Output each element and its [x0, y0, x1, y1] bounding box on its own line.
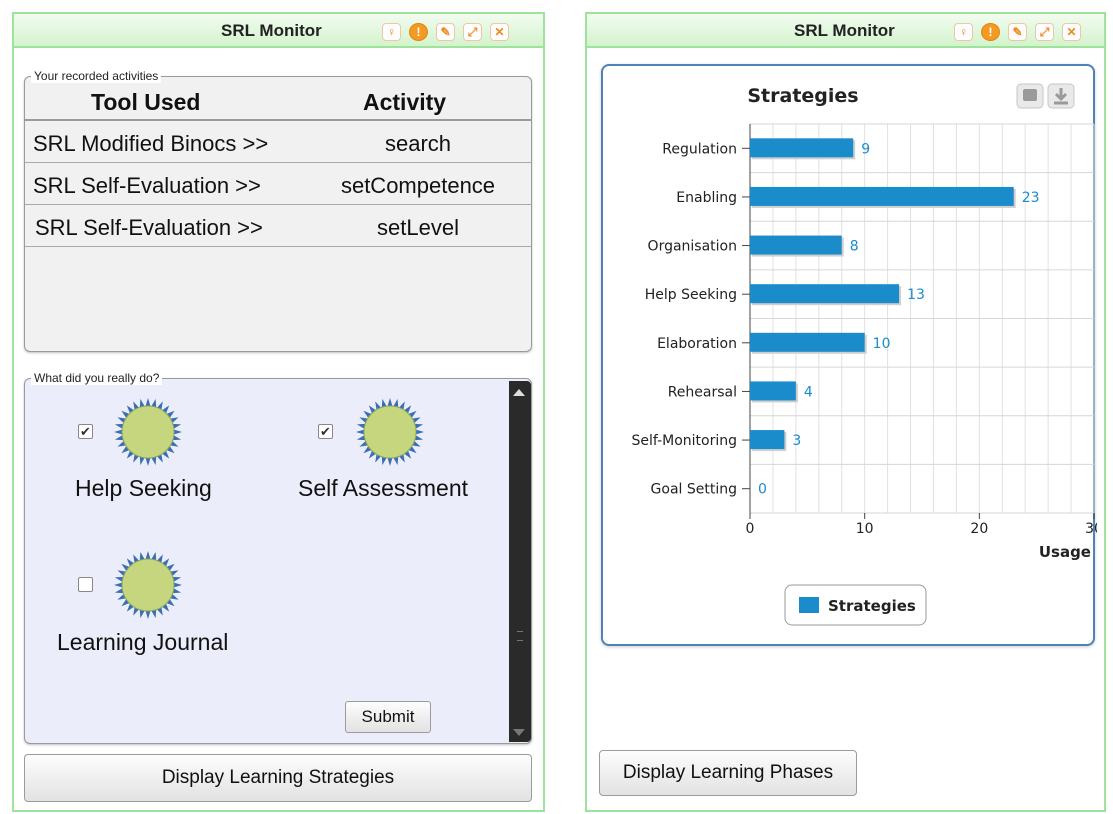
scroll-grip-icon[interactable]	[517, 631, 523, 641]
submit-button[interactable]: Submit	[345, 701, 431, 733]
category-label: Goal Setting	[651, 482, 737, 498]
scrollbar[interactable]	[509, 381, 531, 742]
legend-label: Strategies	[828, 597, 916, 615]
sun-center	[363, 405, 417, 459]
srl-monitor-widget-right: SRL Monitor ♀ ! ✎ ⤢ ✕ Strategies Regulati…	[585, 12, 1106, 812]
column-header-activity: Activity	[363, 89, 447, 115]
category-label: Help Seeking	[645, 287, 737, 303]
data-label: 8	[850, 239, 859, 255]
table-header: Tool Used Activity	[25, 77, 531, 121]
strategies-chart: Strategies Regulation 9 Enabling 23 Organisat…	[632, 83, 1097, 626]
data-label: 3	[792, 433, 801, 449]
x-axis-label: Usage	[1039, 543, 1091, 561]
activity-cell: search	[384, 131, 452, 156]
what-did-you-do-panel: What did you really do? ✔ Help Seeking ✔…	[24, 371, 532, 744]
info-icon[interactable]: !	[981, 23, 1000, 41]
close-icon[interactable]: ✕	[1062, 23, 1081, 41]
scroll-up-arrow-icon[interactable]	[513, 389, 525, 396]
close-icon[interactable]: ✕	[490, 23, 509, 41]
data-label: 23	[1022, 190, 1040, 206]
x-tick-label: 0	[746, 521, 755, 537]
data-label: 10	[873, 336, 891, 352]
learning-journal-sun-icon	[114, 551, 182, 619]
data-label: 13	[907, 287, 925, 303]
self-assessment-checkbox[interactable]: ✔	[318, 424, 333, 439]
bar[interactable]	[750, 235, 842, 255]
info-icon[interactable]: !	[409, 23, 428, 41]
scroll-down-arrow-icon[interactable]	[513, 729, 525, 736]
sun-center	[121, 405, 175, 459]
what-did-you-do-legend: What did you really do?	[31, 371, 163, 385]
self-assessment-label: Self Assessment	[298, 475, 469, 501]
widget-title: SRL Monitor	[794, 21, 895, 40]
table-row[interactable]: SRL Modified Binocs >> search	[25, 121, 531, 163]
x-tick-label: 10	[856, 521, 874, 537]
category-label: Regulation	[662, 141, 737, 157]
x-tick-label: 20	[970, 521, 988, 537]
learning-journal-label: Learning Journal	[57, 629, 229, 655]
help-seeking-checkbox[interactable]: ✔	[78, 424, 93, 439]
widget-titlebar: SRL Monitor ♀ ! ✎ ⤢ ✕	[14, 12, 543, 48]
column-header-tool: Tool Used	[91, 89, 201, 115]
sun-center	[121, 558, 175, 612]
lightbulb-icon[interactable]: ♀	[382, 23, 401, 41]
legend-swatch	[799, 597, 819, 613]
titlebar-icons: ♀ ! ✎ ⤢ ✕	[382, 23, 509, 41]
edit-icon[interactable]: ✎	[1008, 23, 1027, 41]
bar[interactable]	[750, 332, 865, 352]
table-row[interactable]: SRL Self-Evaluation >> setCompetence	[25, 163, 531, 205]
activity-cell: setLevel	[377, 215, 459, 240]
display-learning-phases-button[interactable]: Display Learning Phases	[599, 750, 857, 796]
chart-title: Strategies	[747, 85, 858, 107]
activity-cell: setCompetence	[340, 173, 496, 198]
bar[interactable]	[750, 284, 900, 304]
table-row[interactable]: SRL Self-Evaluation >> setLevel	[25, 205, 531, 247]
self-assessment-sun-icon	[356, 398, 424, 466]
bar[interactable]	[750, 138, 854, 158]
srl-monitor-widget-left: SRL Monitor ♀ ! ✎ ⤢ ✕ Your recorded acti…	[12, 12, 545, 812]
maximize-icon[interactable]: ⤢	[1035, 23, 1054, 41]
category-label: Enabling	[676, 190, 737, 206]
learning-journal-checkbox[interactable]	[78, 577, 93, 592]
display-learning-strategies-button[interactable]: Display Learning Strategies	[24, 754, 532, 802]
widget-titlebar: SRL Monitor ♀ ! ✎ ⤢ ✕	[587, 12, 1104, 48]
bar[interactable]	[750, 381, 796, 401]
help-seeking-sun-icon	[114, 398, 182, 466]
bar[interactable]	[750, 186, 1014, 206]
help-seeking-label: Help Seeking	[75, 475, 212, 501]
data-label: 9	[861, 141, 870, 157]
print-icon	[1023, 89, 1037, 101]
bar[interactable]	[750, 430, 785, 450]
titlebar-icons: ♀ ! ✎ ⤢ ✕	[954, 23, 1081, 41]
widget-title: SRL Monitor	[221, 21, 322, 40]
category-label: Organisation	[648, 239, 737, 255]
category-label: Self-Monitoring	[632, 433, 737, 449]
data-label: 0	[758, 482, 767, 498]
recorded-activities-panel: Your recorded activities Tool Used Activ…	[24, 69, 532, 352]
maximize-icon[interactable]: ⤢	[463, 23, 482, 41]
category-label: Elaboration	[657, 336, 737, 352]
edit-icon[interactable]: ✎	[436, 23, 455, 41]
category-label: Rehearsal	[668, 384, 737, 400]
data-label: 4	[804, 384, 813, 400]
strategies-chart-panel: Strategies Regulation 9 Enabling 23 Organisat…	[601, 64, 1097, 646]
x-tick-label: 30	[1085, 521, 1097, 537]
lightbulb-icon[interactable]: ♀	[954, 23, 973, 41]
